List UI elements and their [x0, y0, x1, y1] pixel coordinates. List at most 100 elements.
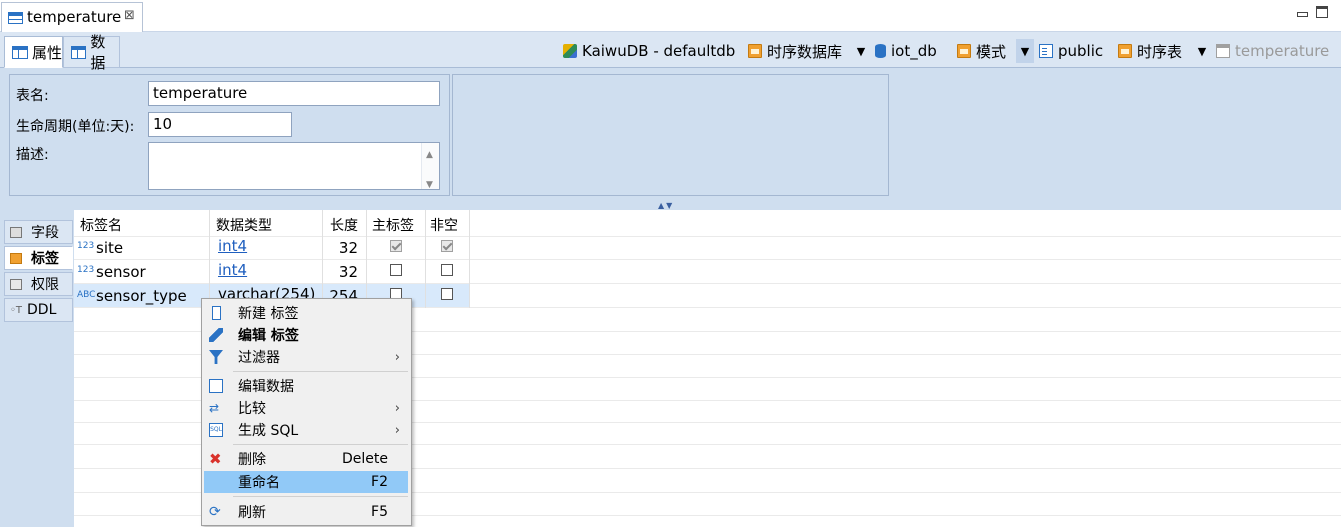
primary-tag-checkbox[interactable] [390, 264, 402, 276]
sql-icon: SQL [209, 423, 223, 437]
submenu-arrow-icon: › [394, 422, 400, 438]
row-length: 32 [338, 239, 358, 257]
folder-icon [1118, 44, 1132, 58]
header-tag-name[interactable]: 标签名 [80, 215, 122, 235]
menu-label: 比较 [238, 401, 266, 417]
breadcrumb-connection-label: KaiwuDB - defaultdb [582, 42, 736, 60]
table-name-field[interactable]: temperature [148, 81, 440, 106]
delete-icon: ✖ [209, 450, 222, 468]
tab-properties-label: 属性 [32, 43, 63, 62]
primary-tag-checkbox[interactable] [390, 240, 402, 252]
pencil-icon [209, 328, 223, 342]
menu-shortcut: F5 [371, 504, 388, 520]
schema-icon [1039, 44, 1053, 58]
menu-item-refresh[interactable]: ⟳ 刷新 F5 [204, 501, 408, 523]
edit-data-icon [209, 379, 223, 393]
menu-item-edit-data[interactable]: 编辑数据 [204, 375, 408, 397]
integer-type-icon: 123 [77, 241, 95, 251]
not-null-checkbox[interactable] [441, 264, 453, 276]
folder-icon [748, 44, 762, 58]
header-length[interactable]: 长度 [330, 215, 358, 235]
submenu-arrow-icon: › [394, 400, 400, 416]
menu-separator [233, 444, 408, 445]
row-name[interactable]: sensor_type [96, 287, 187, 305]
filter-icon [209, 350, 223, 364]
menu-label: 过滤器 [238, 350, 280, 366]
database-type-dropdown-icon[interactable]: ▼ [852, 39, 870, 63]
menu-item-compare[interactable]: ⇄ 比较 › [204, 397, 408, 419]
description-scrollbar[interactable]: ▲ ▼ [421, 143, 439, 190]
breadcrumb-connection[interactable]: KaiwuDB - defaultdb [563, 39, 735, 63]
breadcrumb-database[interactable]: iot_db [875, 39, 937, 63]
breadcrumb-database-type-label: 时序数据库 [767, 42, 843, 61]
breadcrumb-table-type-label: 时序表 [1137, 42, 1183, 61]
breadcrumb-database-label: iot_db [891, 42, 937, 60]
menu-shortcut: Delete [342, 451, 388, 467]
breadcrumb-schema[interactable]: public [1039, 39, 1103, 63]
lifetime-label: 生命周期(单位:天): [16, 119, 135, 135]
row-length: 32 [338, 263, 358, 281]
sidetab-permissions[interactable]: 权限 [4, 272, 73, 296]
not-null-checkbox[interactable] [441, 240, 453, 252]
breadcrumb-table-type[interactable]: 时序表 [1118, 39, 1182, 63]
table-type-dropdown-icon[interactable]: ▼ [1193, 39, 1211, 63]
menu-item-edit-tag[interactable]: 编辑 标签 [204, 324, 408, 346]
schema-dropdown-icon[interactable]: ▼ [1016, 39, 1034, 63]
breadcrumb-table-label: temperature [1235, 42, 1330, 60]
tab-properties[interactable]: 属性 [4, 36, 63, 68]
menu-label: 删除 [238, 452, 266, 468]
tags-icon [10, 252, 22, 264]
sidetab-fields[interactable]: 字段 [4, 220, 73, 244]
ddl-icon: ◦T [10, 304, 23, 316]
sidetab-tags-label: 标签 [31, 251, 59, 267]
lifetime-field[interactable]: 10 [148, 112, 292, 137]
breadcrumb-table[interactable]: temperature [1216, 39, 1329, 63]
key-icon [10, 278, 22, 290]
menu-item-rename[interactable]: 重命名 F2 [204, 471, 408, 493]
minimize-button[interactable] [1296, 6, 1308, 18]
sidetab-tags[interactable]: 标签 [4, 246, 73, 270]
header-not-null[interactable]: 非空 [430, 215, 458, 235]
menu-shortcut: F2 [371, 474, 388, 490]
not-null-checkbox[interactable] [441, 288, 453, 300]
menu-label: 刷新 [238, 505, 266, 521]
menu-label: 编辑数据 [238, 379, 294, 395]
editor-tab-temperature[interactable]: temperature ⊠ [1, 2, 143, 32]
editor-tab-title: temperature [27, 8, 122, 26]
tab-data[interactable]: 数据 [63, 33, 120, 72]
kaiwudb-icon [563, 44, 577, 58]
row-name[interactable]: site [96, 239, 123, 257]
editor-tab-bar [0, 0, 1341, 32]
header-data-type[interactable]: 数据类型 [216, 215, 272, 235]
breadcrumb-database-type[interactable]: 时序数据库 [748, 39, 842, 63]
menu-item-delete[interactable]: ✖ 删除 Delete [204, 448, 408, 470]
integer-type-icon: 123 [77, 265, 95, 275]
menu-label: 生成 SQL [238, 423, 299, 439]
description-field[interactable]: ▲ ▼ [148, 142, 440, 190]
breadcrumb-schema-type[interactable]: 模式 [957, 39, 1006, 63]
row-data-type[interactable]: int4 [218, 261, 247, 279]
scroll-up-icon[interactable]: ▲ [426, 145, 433, 166]
scroll-down-icon[interactable]: ▼ [426, 175, 433, 196]
folder-icon [957, 44, 971, 58]
menu-item-filters[interactable]: 过滤器 › [204, 346, 408, 368]
table-icon [1216, 44, 1230, 58]
close-tab-icon[interactable]: ⊠ [124, 8, 135, 23]
sidetab-permissions-label: 权限 [31, 277, 59, 293]
menu-separator [233, 371, 408, 372]
collapse-handle-icon[interactable]: ▲▼ [658, 201, 674, 210]
header-primary-tag[interactable]: 主标签 [372, 215, 414, 235]
new-icon [212, 306, 221, 320]
row-data-type[interactable]: int4 [218, 237, 247, 255]
menu-item-generate-sql[interactable]: SQL 生成 SQL › [204, 419, 408, 441]
menu-separator [233, 496, 408, 497]
maximize-button[interactable] [1316, 6, 1328, 18]
string-type-icon: ABC [77, 290, 96, 300]
sidetab-ddl[interactable]: ◦T DDL [4, 298, 73, 322]
menu-item-new-tag[interactable]: 新建 标签 [204, 302, 408, 324]
sidetab-fields-label: 字段 [31, 225, 59, 241]
table-icon [8, 12, 23, 24]
row-name[interactable]: sensor [96, 263, 146, 281]
breadcrumb-schema-type-label: 模式 [976, 42, 1007, 61]
sidetab-ddl-label: DDL [27, 302, 57, 318]
